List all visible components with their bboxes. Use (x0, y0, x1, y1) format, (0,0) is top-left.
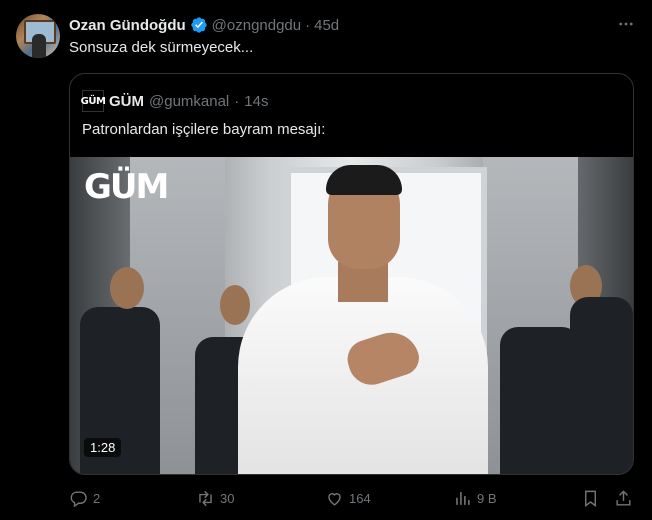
quote-text: Patronlardan işçilere bayram mesajı: (82, 121, 326, 138)
background-person (570, 297, 633, 474)
tweet-time[interactable]: 45d (314, 17, 339, 34)
retweet-button[interactable]: 30 (196, 487, 234, 509)
quote-avatar[interactable]: GÜM (81, 90, 106, 112)
verified-badge-icon (190, 17, 207, 33)
author-name[interactable]: Ozan Gündoğdu (69, 17, 186, 34)
author-handle[interactable]: @ozngndgdu (212, 17, 301, 34)
share-icon (616, 489, 631, 506)
share-button[interactable] (614, 487, 633, 509)
quote-time[interactable]: 14s (244, 93, 268, 110)
quote-separator: · (234, 92, 240, 110)
like-button[interactable]: 164 (325, 487, 371, 509)
quote-header: GÜM GÜM @gumkanal · 14s (81, 90, 268, 112)
retweet-icon (199, 490, 212, 506)
background-person-head (110, 267, 144, 309)
views-count: 9 B (477, 490, 497, 506)
retweet-count: 30 (220, 490, 235, 506)
views-icon (456, 491, 470, 505)
reply-button[interactable]: 2 (69, 487, 100, 509)
more-icon[interactable] (616, 14, 636, 34)
main-person-hair (326, 165, 402, 195)
bookmark-icon (585, 490, 596, 507)
quote-handle[interactable]: @gumkanal (149, 93, 229, 110)
video-watermark: GÜM (84, 167, 169, 207)
avatar-person (32, 34, 46, 58)
like-count: 164 (349, 490, 371, 506)
views-button[interactable]: 9 B (453, 487, 497, 509)
tweet-header: Ozan Gündoğdu @ozngndgdu · 45d (69, 15, 339, 35)
reply-count: 2 (93, 490, 101, 506)
background-person (500, 327, 580, 474)
quote-author-name[interactable]: GÜM (109, 93, 144, 110)
video-player[interactable]: GÜM 1:28 (70, 157, 633, 474)
quoted-tweet[interactable]: GÜM GÜM @gumkanal · 14s Patronlardan işç… (69, 73, 634, 475)
author-avatar[interactable] (16, 14, 60, 58)
video-duration: 1:28 (84, 438, 122, 457)
action-bar: 2 30 164 9 B (69, 487, 636, 511)
heart-icon (328, 492, 341, 506)
header-separator: · (305, 16, 311, 34)
bookmark-button[interactable] (581, 487, 600, 509)
background-person-head (220, 285, 250, 325)
tweet-text: Sonsuza dek sürmeyecek... (69, 39, 254, 56)
reply-icon (70, 490, 87, 507)
